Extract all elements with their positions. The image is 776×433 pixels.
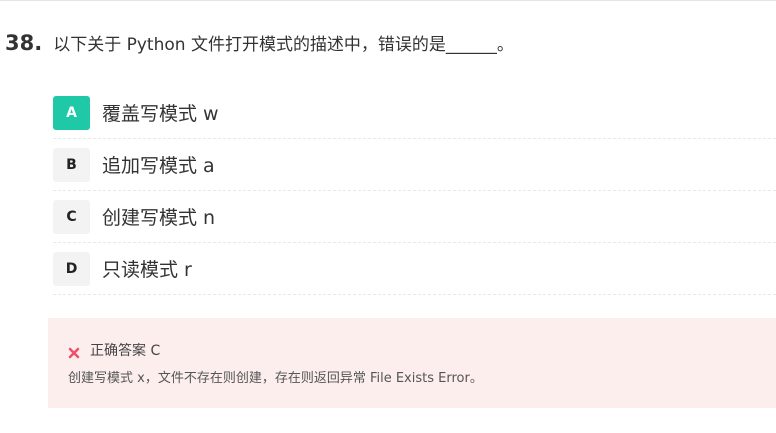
quiz-page: 38. 以下关于 Python 文件打开模式的描述中，错误的是______。 A… bbox=[0, 0, 776, 433]
answer-panel: 正确答案 C 创建写模式 x，文件不存在则创建，存在则返回异常 File Exi… bbox=[48, 318, 776, 408]
question-header: 38. 以下关于 Python 文件打开模式的描述中，错误的是______。 bbox=[5, 30, 514, 55]
cross-icon bbox=[68, 344, 80, 359]
correct-answer-row: 正确答案 C bbox=[68, 340, 160, 360]
option-text: 覆盖写模式 w bbox=[102, 103, 219, 125]
answer-explanation: 创建写模式 x，文件不存在则创建，存在则返回异常 File Exists Err… bbox=[68, 371, 483, 386]
option-d[interactable]: D 只读模式 r bbox=[53, 243, 776, 295]
option-text: 创建写模式 n bbox=[102, 207, 216, 229]
option-letter-badge: A bbox=[53, 95, 90, 130]
option-letter-badge: B bbox=[53, 147, 90, 182]
option-a[interactable]: A 覆盖写模式 w bbox=[53, 87, 776, 139]
correct-answer-label: 正确答案 C bbox=[90, 343, 161, 359]
option-letter-badge: D bbox=[53, 251, 90, 286]
option-text: 只读模式 r bbox=[102, 259, 192, 281]
option-b[interactable]: B 追加写模式 a bbox=[53, 139, 776, 191]
option-text: 追加写模式 a bbox=[102, 155, 215, 177]
option-c[interactable]: C 创建写模式 n bbox=[53, 191, 776, 243]
question-text: 以下关于 Python 文件打开模式的描述中，错误的是______。 bbox=[53, 35, 514, 55]
options-list: A 覆盖写模式 w B 追加写模式 a C 创建写模式 n D 只读模式 r bbox=[53, 87, 776, 295]
question-number: 38. bbox=[5, 31, 43, 55]
top-divider bbox=[0, 0, 776, 1]
option-letter-badge: C bbox=[53, 199, 90, 234]
